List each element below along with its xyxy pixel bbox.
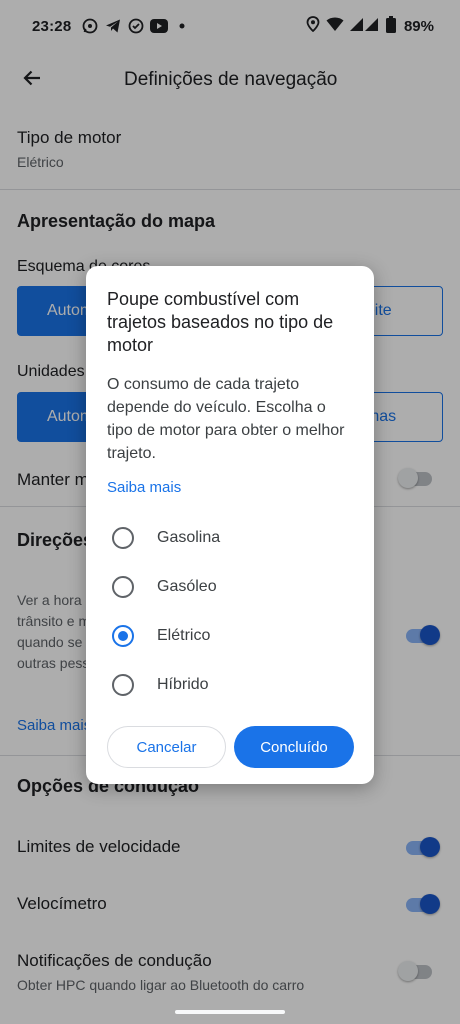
engine-options: Gasolina Gasóleo Elétrico Híbrido <box>107 513 353 709</box>
dialog-body: O consumo de cada trajeto depende do veí… <box>107 376 345 462</box>
option-label: Elétrico <box>157 626 211 644</box>
radio-button[interactable] <box>112 526 134 549</box>
gesture-bar[interactable] <box>175 1010 285 1014</box>
cancel-button[interactable]: Cancelar <box>107 726 226 768</box>
radio-button[interactable] <box>112 673 134 696</box>
engine-option-electric[interactable]: Elétrico <box>107 611 353 660</box>
engine-option-diesel[interactable]: Gasóleo <box>107 562 353 611</box>
dialog-title: Poupe combustível com trajetos baseados … <box>107 289 334 355</box>
dialog-actions: Cancelar Concluído <box>107 726 354 768</box>
engine-option-hybrid[interactable]: Híbrido <box>107 660 353 709</box>
radio-button-selected[interactable] <box>112 624 134 647</box>
done-button[interactable]: Concluído <box>234 726 354 768</box>
option-label: Gasóleo <box>157 577 217 595</box>
option-label: Gasolina <box>157 528 221 546</box>
engine-type-dialog: Poupe combustível com trajetos baseados … <box>86 266 374 784</box>
engine-option-gasoline[interactable]: Gasolina <box>107 513 353 562</box>
option-label: Híbrido <box>157 675 209 693</box>
radio-button[interactable] <box>112 575 134 598</box>
dialog-learn-more-link[interactable]: Saiba mais <box>107 479 353 496</box>
